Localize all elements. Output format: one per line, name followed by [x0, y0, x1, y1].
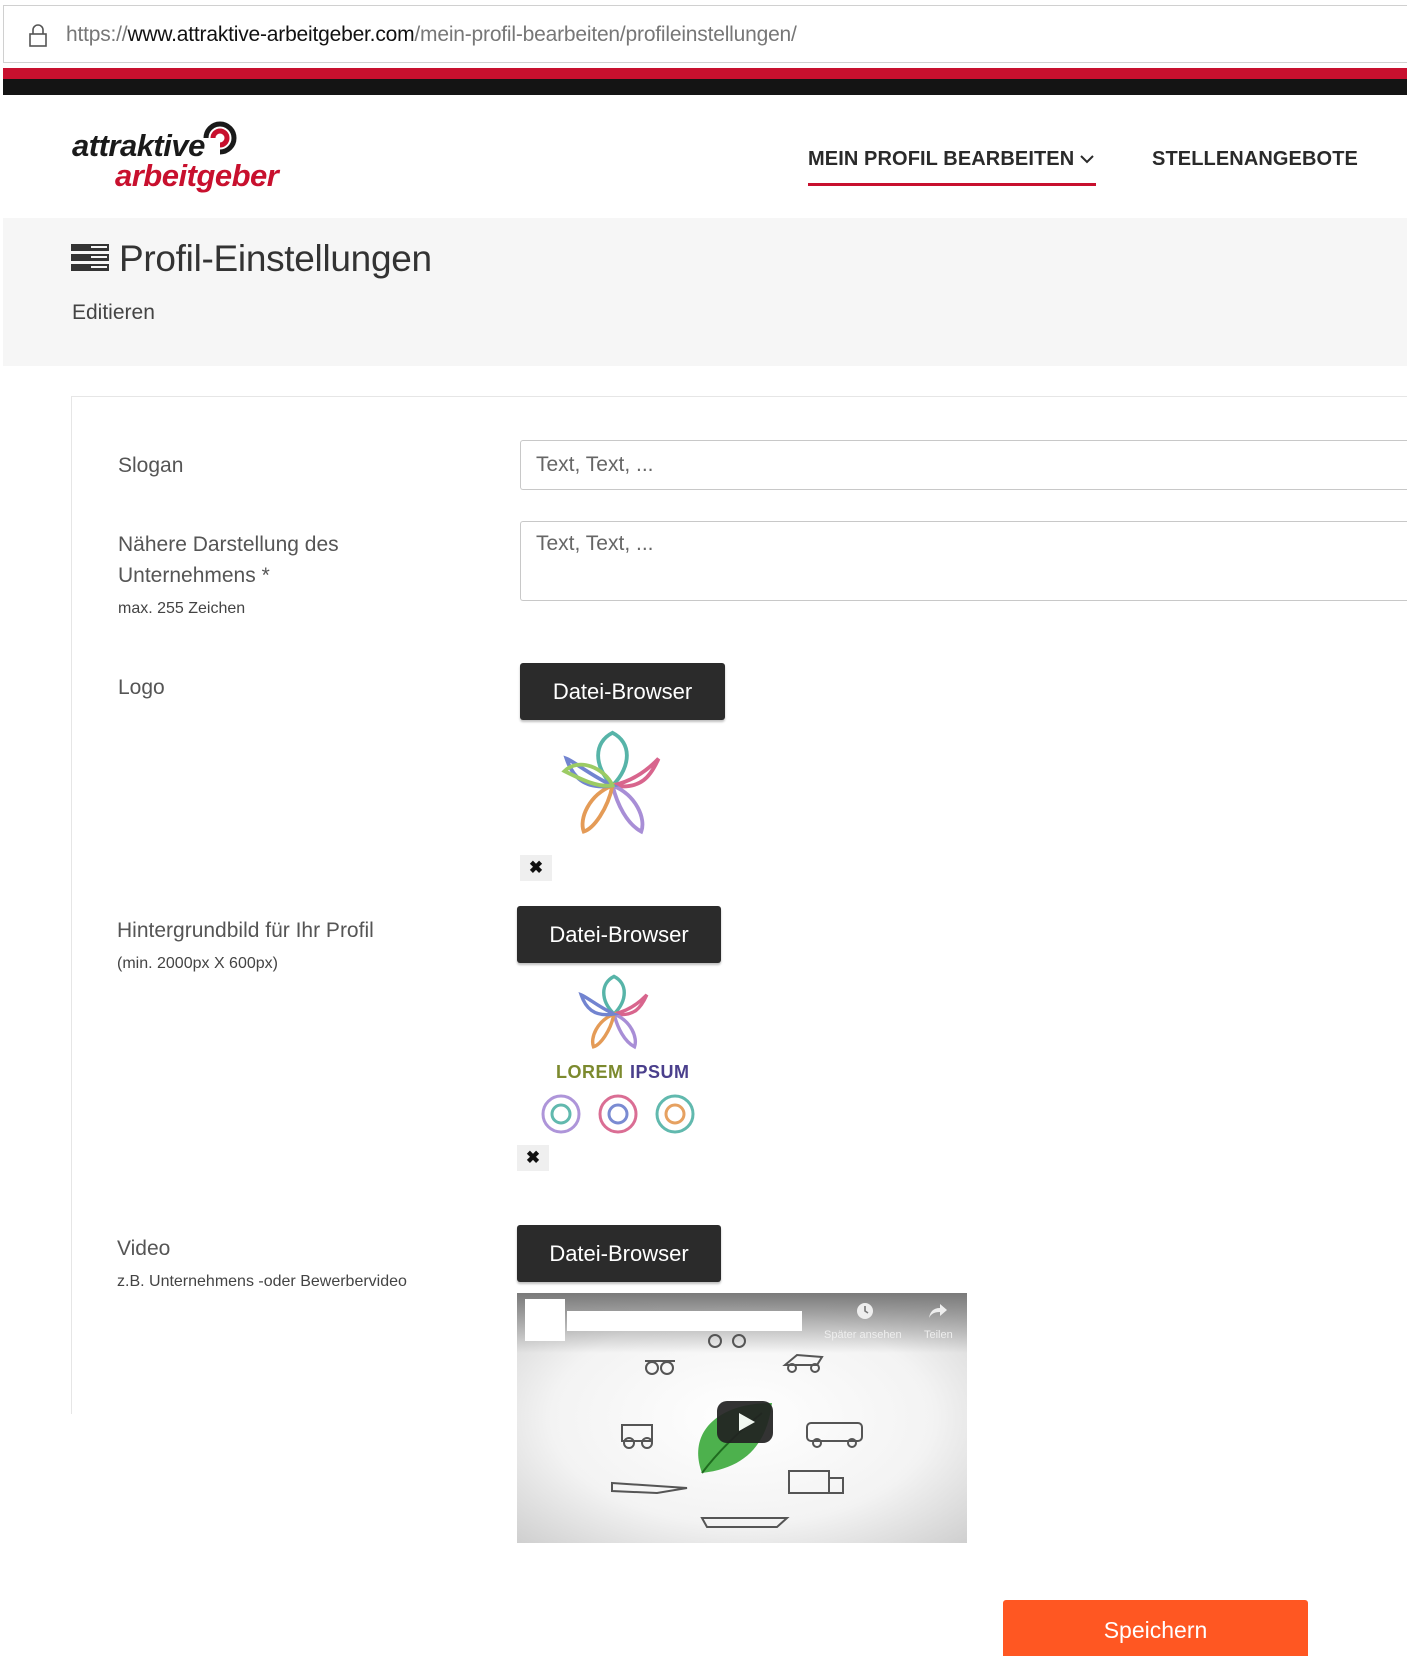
video-player[interactable]: Später ansehen Teilen — [517, 1293, 967, 1543]
slogan-label: Slogan — [118, 454, 184, 477]
logo-preview-image — [561, 730, 661, 835]
url-text: https://www.attraktive-arbeitgeber.com/m… — [66, 23, 797, 46]
site-logo[interactable]: attraktive arbeitgeber — [70, 116, 280, 196]
video-hint: z.B. Unternehmens -oder Bewerbervideo — [117, 1273, 407, 1290]
background-hint: (min. 2000px X 600px) — [117, 955, 278, 972]
clock-icon[interactable] — [856, 1302, 874, 1320]
preview-word-lorem: LOREM — [556, 1062, 624, 1082]
logo-label: Logo — [118, 676, 165, 699]
page-subtitle: Editieren — [72, 301, 155, 324]
address-bar[interactable]: https://www.attraktive-arbeitgeber.com/m… — [3, 5, 1407, 63]
description-hint: max. 255 Zeichen — [118, 600, 246, 617]
logo-text-line2: arbeitgeber — [115, 158, 279, 193]
lock-icon — [29, 24, 47, 47]
preview-word-ipsum: IPSUM — [630, 1062, 690, 1082]
nav-edit-profile[interactable]: MEIN PROFIL BEARBEITEN — [808, 148, 1096, 186]
video-file-browser-button[interactable]: Datei-Browser — [517, 1225, 721, 1282]
nav-job-offers[interactable]: STELLENANGEBOTE — [1152, 148, 1358, 171]
brand-stripe-red — [3, 68, 1407, 79]
description-label-line1: Nähere Darstellung des — [118, 533, 339, 556]
background-remove-button[interactable]: ✖ — [517, 1145, 549, 1171]
background-file-browser-button[interactable]: Datei-Browser — [517, 906, 721, 963]
description-textarea[interactable] — [520, 521, 1407, 601]
page-title: Profil-Einstellungen — [119, 238, 432, 279]
flower-row-graphic — [541, 1094, 695, 1134]
logo-file-browser-button[interactable]: Datei-Browser — [520, 663, 725, 720]
logo-mark-icon — [203, 121, 237, 155]
share-icon[interactable] — [928, 1303, 948, 1319]
chevron-down-icon — [1080, 155, 1094, 164]
logo-remove-button[interactable]: ✖ — [520, 855, 552, 881]
save-button[interactable]: Speichern — [1003, 1600, 1308, 1656]
video-label: Video — [117, 1237, 171, 1260]
brand-stripe-dark — [3, 79, 1407, 95]
slogan-input[interactable] — [520, 440, 1407, 490]
nav-edit-profile-label: MEIN PROFIL BEARBEITEN — [808, 148, 1075, 170]
list-icon — [71, 244, 109, 271]
background-label: Hintergrundbild für Ihr Profil — [117, 919, 374, 942]
background-preview-image: LOREM IPSUM — [528, 970, 708, 1140]
flower-graphic — [578, 974, 649, 1050]
description-label-line2: Unternehmens * — [118, 564, 270, 587]
play-button[interactable] — [717, 1401, 773, 1443]
page-header: Profil-Einstellungen Editieren — [3, 218, 1407, 366]
